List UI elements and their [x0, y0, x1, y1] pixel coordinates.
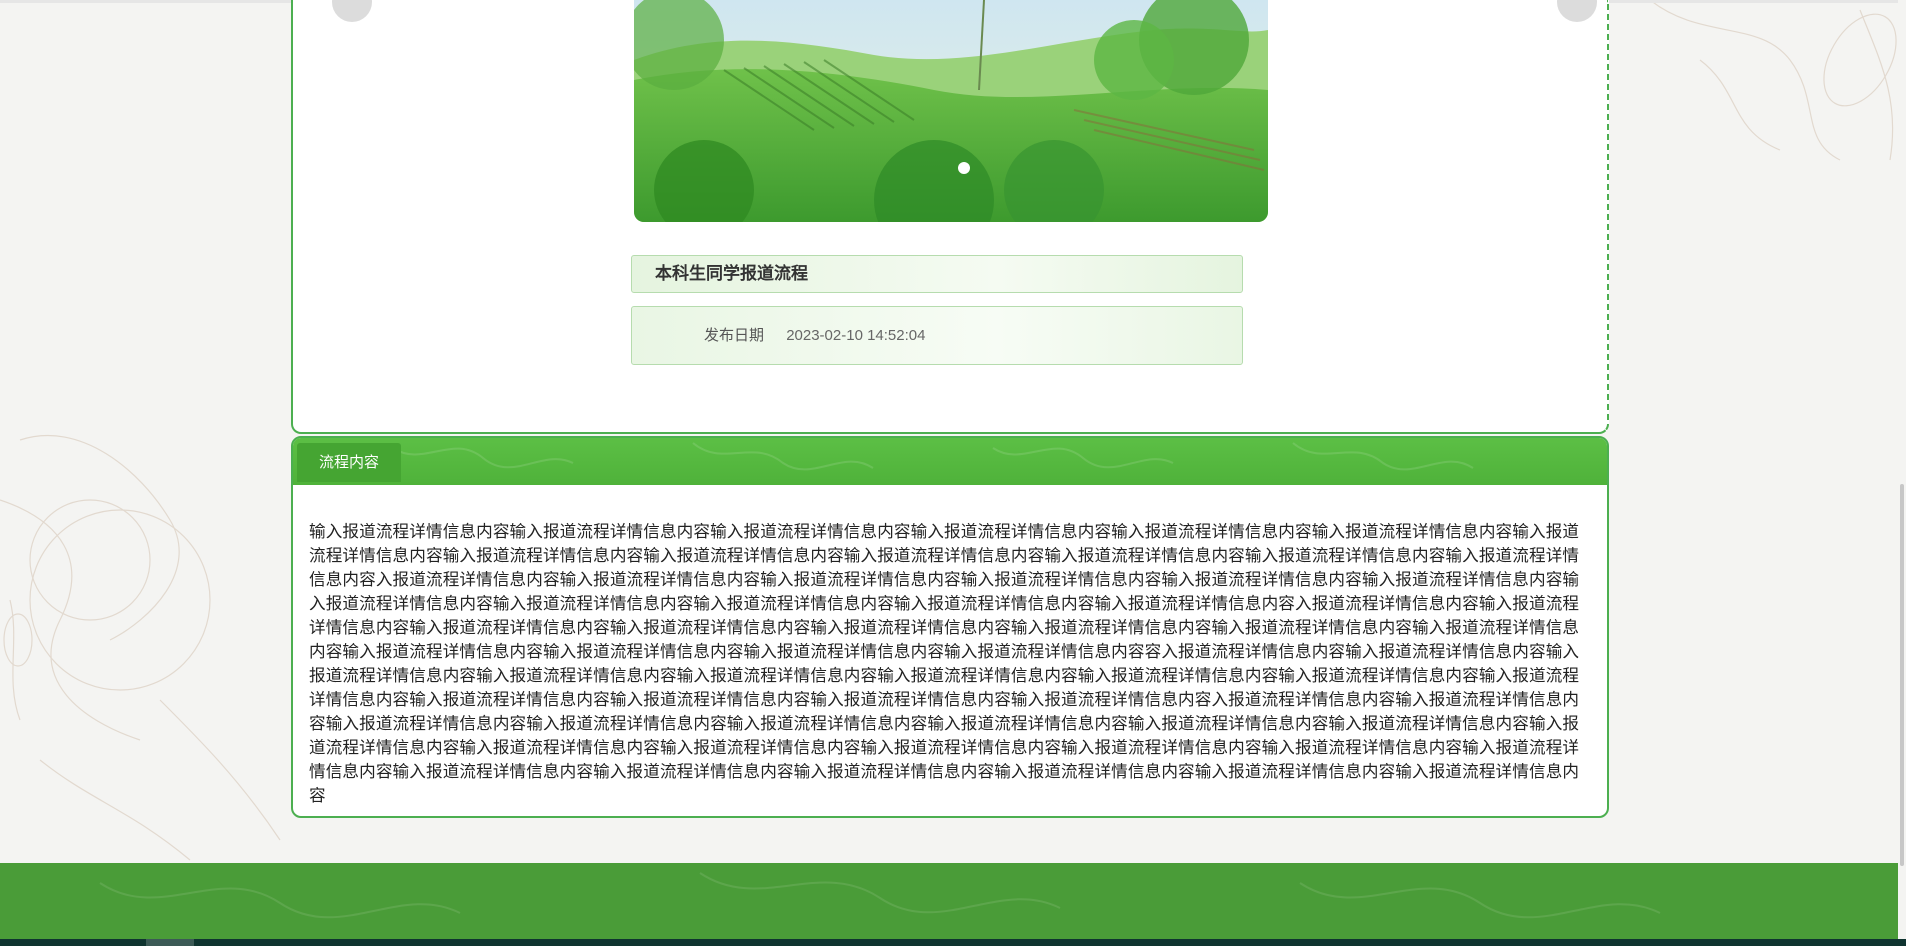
content-body-text: 输入报道流程详情信息内容输入报道流程详情信息内容输入报道流程详情信息内容输入报道… [309, 522, 1579, 805]
publish-date-label: 发布日期 [704, 327, 765, 344]
footer [0, 863, 1906, 939]
content-card-header: 流程内容 [293, 438, 1607, 485]
carousel-dot[interactable] [958, 162, 970, 174]
carousel-banner-image [634, 0, 1268, 222]
taskbar-item[interactable] [146, 939, 194, 946]
tab-content[interactable]: 流程内容 [297, 443, 402, 482]
article-header-card: 本科生同学报道流程 发布日期 2023-02-10 14:52:04 [291, 0, 1609, 434]
publish-date-box: 发布日期 2023-02-10 14:52:04 [631, 306, 1243, 365]
carousel-prev-button[interactable] [332, 0, 372, 22]
article-title: 本科生同学报道流程 [631, 255, 1243, 293]
publish-date-value: 2023-02-10 14:52:04 [786, 327, 926, 344]
article-title-text: 本科生同学报道流程 [655, 264, 808, 283]
taskbar-edge [0, 939, 1906, 946]
scrollbar-thumb[interactable] [1900, 484, 1904, 866]
content-card: 流程内容 输入报道流程详情信息内容输入报道流程详情信息内容输入报道流程详情信息内… [291, 436, 1609, 818]
carousel-next-button[interactable] [1557, 0, 1597, 22]
